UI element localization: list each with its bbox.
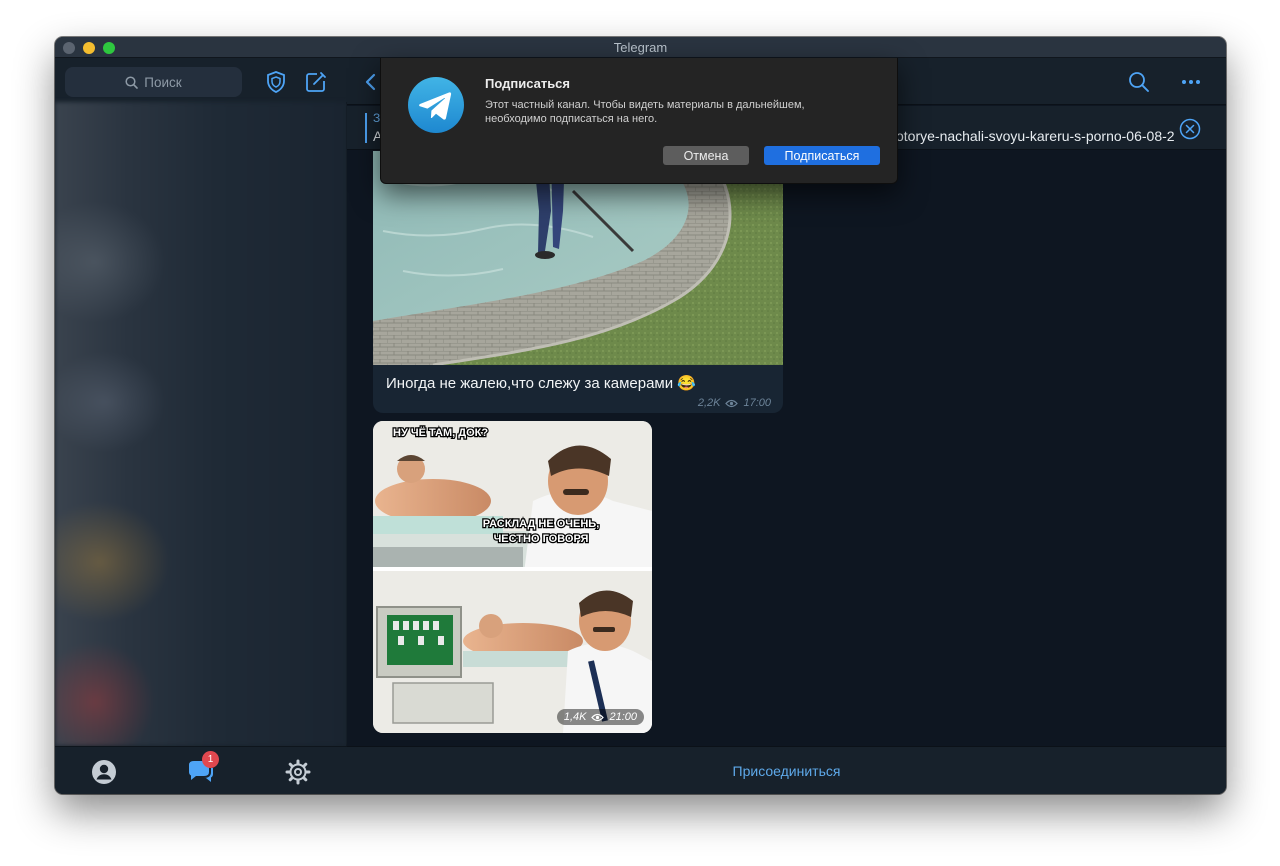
- shield-button[interactable]: [263, 69, 289, 95]
- dialog-title: Подписаться: [485, 76, 571, 91]
- telegram-window: Telegram Поиск 1 З А otorye-nachali-svoy…: [55, 37, 1226, 794]
- more-icon: [1182, 80, 1200, 84]
- subscribe-dialog: Подписаться Этот частный канал. Чтобы ви…: [380, 58, 898, 184]
- meme-top-text: НУ ЧЁ ТАМ, ДОК?: [393, 426, 488, 439]
- settings-tab[interactable]: [283, 757, 313, 787]
- close-circle-icon: [1179, 118, 1201, 140]
- maximize-window-button[interactable]: [103, 42, 115, 54]
- laughing-emoji: 😂: [677, 375, 696, 392]
- unread-badge: 1: [202, 751, 219, 768]
- message-meta: 1,4K 21:00: [556, 709, 644, 725]
- eye-icon: [591, 713, 605, 721]
- message-caption: Иногда не жалею,что слежу за камерами 😂: [386, 375, 696, 392]
- pinned-close-button[interactable]: [1179, 118, 1201, 140]
- back-arrow-icon: [365, 73, 376, 91]
- cancel-button[interactable]: Отмена: [663, 146, 749, 165]
- join-bar: Присоединиться: [347, 746, 1226, 794]
- settings-gear-icon: [285, 759, 311, 785]
- search-icon: [1129, 72, 1149, 92]
- message-meta: 2,2K 17:00: [698, 397, 771, 409]
- telegram-logo-icon: [408, 77, 464, 133]
- chat-search-button[interactable]: [1127, 70, 1151, 94]
- chat-list-blurred[interactable]: [55, 102, 347, 746]
- compose-icon: [306, 72, 326, 92]
- meme-message[interactable]: НУ ЧЁ ТАМ, ДОК? РАСКЛАД НЕ ОЧЕНЬ, ЧЕСТНО…: [373, 421, 652, 733]
- search-input[interactable]: Поиск: [65, 67, 242, 97]
- contacts-tab[interactable]: [89, 757, 119, 787]
- search-placeholder: Поиск: [144, 74, 182, 90]
- view-count: 1,4K: [563, 711, 587, 723]
- meme-middle-text-1: РАСКЛАД НЕ ОЧЕНЬ,: [483, 518, 600, 530]
- compose-button[interactable]: [303, 69, 329, 95]
- view-count: 2,2K: [697, 397, 721, 409]
- search-icon: [125, 75, 139, 89]
- sidebar-header: Поиск: [55, 58, 347, 102]
- sidebar-bottom-nav: 1: [55, 746, 347, 794]
- close-window-button[interactable]: [63, 42, 75, 54]
- minimize-window-button[interactable]: [83, 42, 95, 54]
- subscribe-button[interactable]: Подписаться: [764, 146, 880, 165]
- pinned-indicator: [365, 113, 367, 143]
- back-button[interactable]: [361, 70, 381, 94]
- join-button[interactable]: Присоединиться: [733, 763, 841, 779]
- message-time: 21:00: [609, 711, 637, 723]
- meme-image[interactable]: НУ ЧЁ ТАМ, ДОК? РАСКЛАД НЕ ОЧЕНЬ, ЧЕСТНО…: [373, 421, 652, 733]
- more-button[interactable]: [1179, 72, 1203, 92]
- eye-icon: [725, 399, 739, 407]
- message-time: 17:00: [743, 397, 771, 409]
- meme-middle-text-2: ЧЕСТНО ГОВОРЯ: [494, 533, 589, 545]
- profile-icon: [92, 760, 116, 784]
- sidebar: Поиск 1: [55, 58, 347, 794]
- shield-icon: [267, 71, 285, 93]
- dialog-message: Этот частный канал. Чтобы видеть материа…: [485, 99, 805, 125]
- message-list[interactable]: Иногда не жалею,что слежу за камерами 😂 …: [347, 151, 1226, 746]
- title-bar: Telegram: [55, 37, 1226, 58]
- window-title: Telegram: [613, 39, 668, 55]
- window-controls: [63, 42, 115, 54]
- message-bubble[interactable]: Иногда не жалею,что слежу за камерами 😂 …: [373, 151, 783, 413]
- pinned-text: otorye-nachali-svoyu-kareru-s-porno-06-0…: [896, 128, 1175, 144]
